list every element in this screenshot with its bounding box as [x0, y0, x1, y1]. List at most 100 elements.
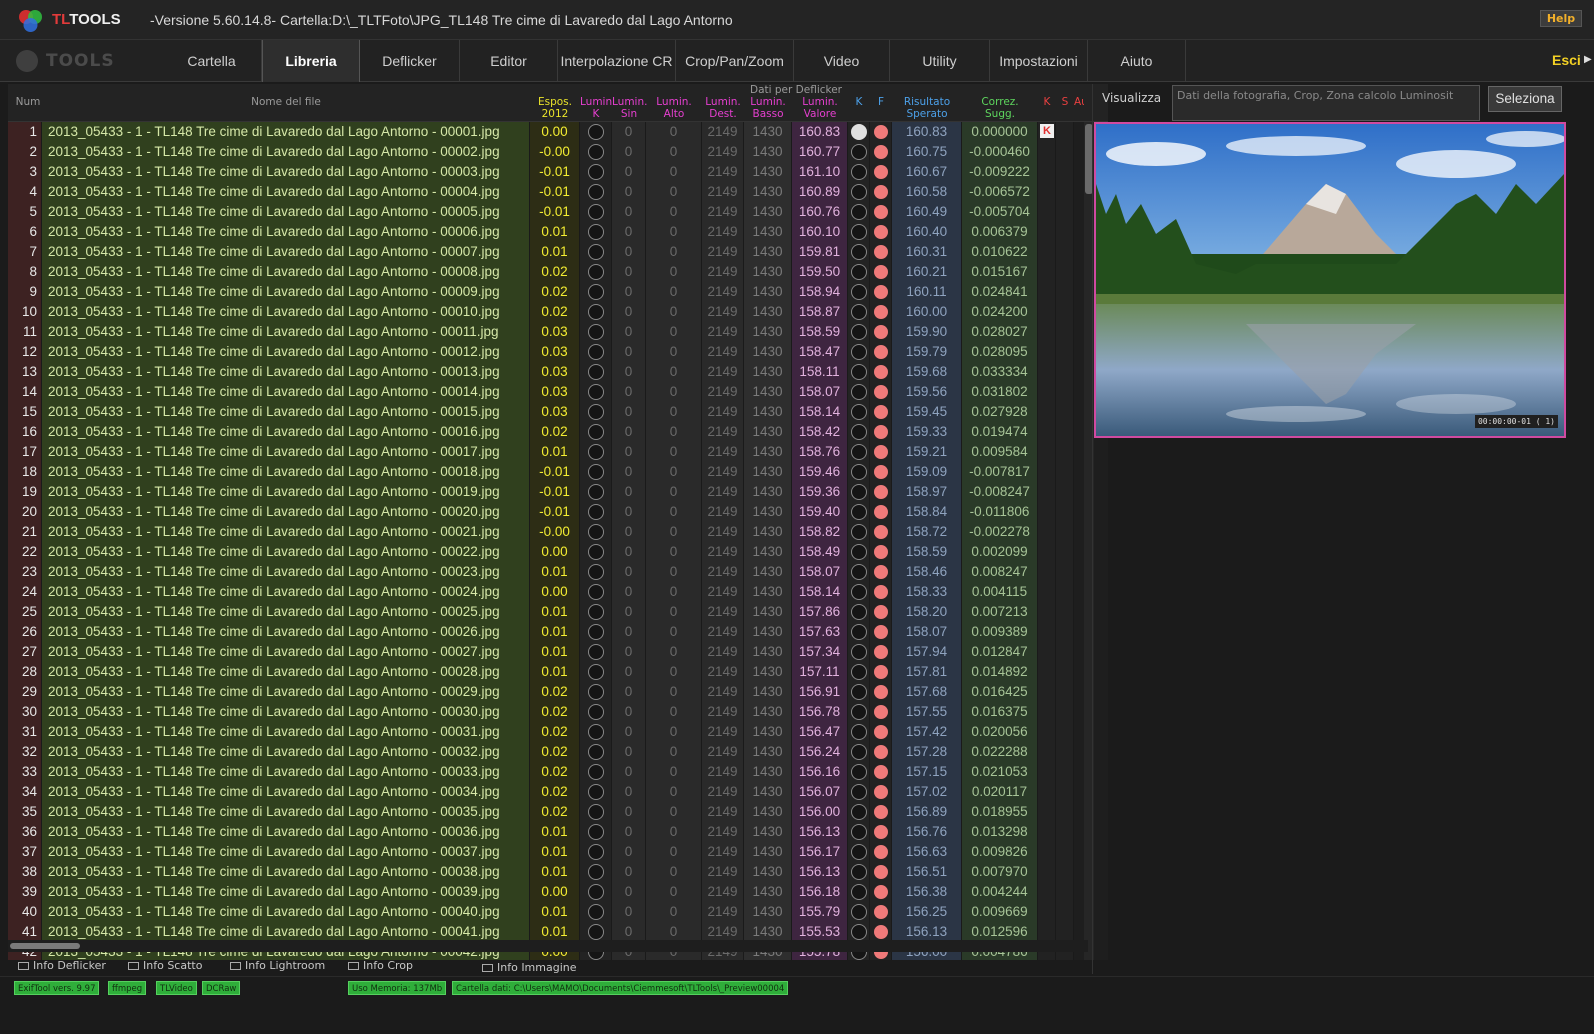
row-lumin-basso[interactable]: 1430: [744, 362, 792, 382]
row-k[interactable]: [848, 382, 870, 402]
row-risultato[interactable]: 159.68: [892, 362, 962, 382]
table-row[interactable]: 22 2013_05433 - 1 - TL148 Tre cime di Lav…: [8, 542, 1108, 562]
row-k[interactable]: [848, 902, 870, 922]
row-lumin-basso[interactable]: 1430: [744, 822, 792, 842]
keyframe-dot-icon[interactable]: [850, 304, 867, 320]
keyframe-dot-icon[interactable]: [850, 904, 867, 920]
row-correzione[interactable]: 0.008247: [962, 562, 1038, 582]
row-risultato[interactable]: 158.72: [892, 522, 962, 542]
row-s[interactable]: [1056, 442, 1074, 462]
row-kk[interactable]: [1038, 142, 1056, 162]
keyframe-dot-icon[interactable]: [850, 604, 867, 620]
table-row[interactable]: 2 2013_05433 - 1 - TL148 Tre cime di Lava…: [8, 142, 1108, 162]
row-correzione[interactable]: 0.004115: [962, 582, 1038, 602]
row-file-name[interactable]: 2013_05433 - 1 - TL148 Tre cime di Lavar…: [42, 242, 530, 262]
row-s[interactable]: [1056, 602, 1074, 622]
row-risultato[interactable]: 159.90: [892, 322, 962, 342]
row-kk[interactable]: [1038, 922, 1056, 942]
keyframe-dot-icon[interactable]: [850, 844, 867, 860]
row-correzione[interactable]: 0.020056: [962, 722, 1038, 742]
row-file-name[interactable]: 2013_05433 - 1 - TL148 Tre cime di Lavar…: [42, 782, 530, 802]
row-correzione[interactable]: 0.024841: [962, 282, 1038, 302]
row-lumin-sin[interactable]: 0: [612, 902, 646, 922]
row-lumin-alto[interactable]: 0: [646, 662, 702, 682]
keyframe-dot-icon[interactable]: [850, 344, 867, 360]
row-lumin-basso[interactable]: 1430: [744, 602, 792, 622]
row-s[interactable]: [1056, 502, 1074, 522]
row-esposizione[interactable]: 0.03: [530, 382, 580, 402]
row-risultato[interactable]: 158.46: [892, 562, 962, 582]
row-k[interactable]: [848, 122, 870, 142]
photo-info-field[interactable]: Dati della fotografia, Crop, Zona calcol…: [1172, 85, 1480, 121]
row-kk[interactable]: [1038, 742, 1056, 762]
row-lumin-valore[interactable]: 158.76: [792, 442, 848, 462]
row-lumin-alto[interactable]: 0: [646, 402, 702, 422]
row-esposizione[interactable]: -0.01: [530, 482, 580, 502]
row-risultato[interactable]: 157.02: [892, 782, 962, 802]
lumin-k-dot-icon[interactable]: [587, 884, 604, 900]
row-k[interactable]: [848, 722, 870, 742]
menu-interpolazione-cr[interactable]: Interpolazione CR: [558, 40, 676, 82]
keyframe-dot-icon[interactable]: [850, 864, 867, 880]
row-lumin-k[interactable]: [580, 402, 612, 422]
row-k[interactable]: [848, 702, 870, 722]
flag-f-icon[interactable]: [873, 145, 888, 159]
lumin-k-dot-icon[interactable]: [587, 204, 604, 220]
keyframe-dot-icon[interactable]: [850, 384, 867, 400]
row-lumin-dest[interactable]: 2149: [702, 622, 744, 642]
row-risultato[interactable]: 156.13: [892, 922, 962, 942]
row-f[interactable]: [870, 322, 892, 342]
row-risultato[interactable]: 160.40: [892, 222, 962, 242]
flag-f-icon[interactable]: [873, 265, 888, 279]
keyframe-dot-icon[interactable]: [850, 884, 867, 900]
row-lumin-dest[interactable]: 2149: [702, 842, 744, 862]
row-lumin-alto[interactable]: 0: [646, 142, 702, 162]
row-s[interactable]: [1056, 522, 1074, 542]
row-lumin-dest[interactable]: 2149: [702, 582, 744, 602]
row-lumin-k[interactable]: [580, 622, 612, 642]
row-lumin-valore[interactable]: 156.78: [792, 702, 848, 722]
row-lumin-alto[interactable]: 0: [646, 762, 702, 782]
row-s[interactable]: [1056, 322, 1074, 342]
row-lumin-dest[interactable]: 2149: [702, 242, 744, 262]
row-lumin-sin[interactable]: 0: [612, 202, 646, 222]
row-num[interactable]: 18: [8, 462, 42, 482]
row-s[interactable]: [1056, 702, 1074, 722]
row-correzione[interactable]: -0.008247: [962, 482, 1038, 502]
exit-button[interactable]: Esci: [1552, 52, 1581, 68]
row-esposizione[interactable]: 0.02: [530, 702, 580, 722]
row-lumin-valore[interactable]: 156.13: [792, 822, 848, 842]
table-row[interactable]: 16 2013_05433 - 1 - TL148 Tre cime di Lav…: [8, 422, 1108, 442]
row-f[interactable]: [870, 922, 892, 942]
row-lumin-sin[interactable]: 0: [612, 262, 646, 282]
row-correzione[interactable]: -0.006572: [962, 182, 1038, 202]
row-s[interactable]: [1056, 762, 1074, 782]
row-lumin-k[interactable]: [580, 522, 612, 542]
row-esposizione[interactable]: 0.01: [530, 642, 580, 662]
row-esposizione[interactable]: 0.02: [530, 742, 580, 762]
row-lumin-sin[interactable]: 0: [612, 162, 646, 182]
row-k[interactable]: [848, 862, 870, 882]
keyframe-dot-icon[interactable]: [850, 524, 867, 540]
row-num[interactable]: 10: [8, 302, 42, 322]
row-f[interactable]: [870, 902, 892, 922]
table-row[interactable]: 20 2013_05433 - 1 - TL148 Tre cime di Lav…: [8, 502, 1108, 522]
lumin-k-dot-icon[interactable]: [587, 184, 604, 200]
row-num[interactable]: 13: [8, 362, 42, 382]
row-correzione[interactable]: 0.014892: [962, 662, 1038, 682]
row-esposizione[interactable]: -0.01: [530, 462, 580, 482]
menu-libreria[interactable]: Libreria: [262, 40, 360, 82]
table-row[interactable]: 1 2013_05433 - 1 - TL148 Tre cime di Lava…: [8, 122, 1108, 142]
keyframe-dot-icon[interactable]: [850, 664, 867, 680]
row-risultato[interactable]: 158.59: [892, 542, 962, 562]
row-lumin-basso[interactable]: 1430: [744, 842, 792, 862]
row-lumin-basso[interactable]: 1430: [744, 402, 792, 422]
row-k[interactable]: [848, 402, 870, 422]
menu-deflicker[interactable]: Deflicker: [360, 40, 460, 82]
row-kk[interactable]: [1038, 342, 1056, 362]
row-s[interactable]: [1056, 642, 1074, 662]
table-row[interactable]: 37 2013_05433 - 1 - TL148 Tre cime di Lav…: [8, 842, 1108, 862]
row-lumin-alto[interactable]: 0: [646, 822, 702, 842]
row-f[interactable]: [870, 442, 892, 462]
menu-utility[interactable]: Utility: [890, 40, 990, 82]
